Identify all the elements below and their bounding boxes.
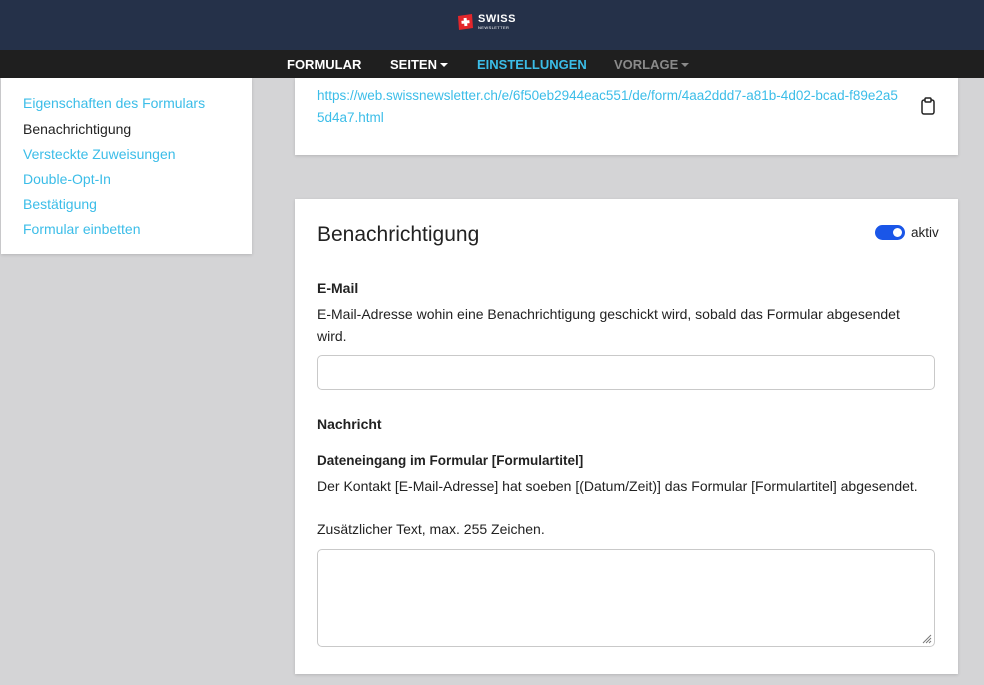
message-label: Nachricht (317, 416, 382, 432)
resize-grip-icon[interactable] (922, 634, 932, 644)
sidebar-item-eigenschaften[interactable]: Eigenschaften des Formulars (23, 95, 205, 111)
caret-down-icon (681, 63, 690, 67)
form-url-link[interactable]: https://web.swissnewsletter.ch/e/6f50eb2… (317, 85, 902, 129)
nav-vorlage-dropdown[interactable]: VORLAGE (614, 50, 690, 78)
sidebar-item-bestaetigung[interactable]: Bestätigung (23, 196, 97, 212)
logo-title: SWISS (478, 13, 516, 25)
embed-url-card: https://web.swissnewsletter.ch/e/6f50eb2… (295, 78, 958, 155)
toggle-label: aktiv (911, 225, 939, 240)
notification-card: Benachrichtigung aktiv E-Mail E-Mail-Adr… (295, 199, 958, 674)
sidebar-item-double-opt-in[interactable]: Double-Opt-In (23, 171, 111, 187)
nav-vorlage-label: VORLAGE (614, 57, 679, 72)
nav-einstellungen-label: EINSTELLUNGEN (477, 57, 587, 72)
email-label: E-Mail (317, 280, 359, 296)
toggle-knob (893, 228, 902, 237)
main-nav: FORMULAR SEITEN EINSTELLUNGEN VORLAGE (0, 50, 984, 78)
extra-text-area[interactable] (317, 549, 935, 647)
app-header: SWISS NEWSLETTER (0, 0, 984, 50)
logo-subtitle: NEWSLETTER (478, 25, 510, 30)
section-title: Benachrichtigung (317, 223, 480, 246)
sidebar-item-versteckte-zuweisungen[interactable]: Versteckte Zuweisungen (23, 146, 176, 162)
sidebar-item-benachrichtigung[interactable]: Benachrichtigung (23, 121, 131, 137)
swiss-newsletter-logo[interactable]: SWISS NEWSLETTER (456, 14, 516, 30)
nav-seiten-dropdown[interactable]: SEITEN (390, 50, 448, 78)
caret-down-icon (439, 63, 448, 67)
nav-seiten-label: SEITEN (390, 57, 437, 72)
nav-einstellungen[interactable]: EINSTELLUNGEN (477, 50, 587, 78)
email-help-text: E-Mail-Adresse wohin eine Benachrichtigu… (317, 306, 900, 344)
message-body: Der Kontakt [E-Mail-Adresse] hat soeben … (317, 478, 918, 494)
clipboard-icon[interactable] (920, 97, 936, 115)
active-toggle[interactable] (875, 225, 905, 240)
nav-formular[interactable]: FORMULAR (287, 50, 361, 78)
nav-formular-label: FORMULAR (287, 57, 362, 72)
swiss-flag-icon (456, 14, 474, 30)
sidebar-item-formular-einbetten[interactable]: Formular einbetten (23, 221, 141, 237)
extra-text-label: Zusätzlicher Text, max. 255 Zeichen. (317, 521, 545, 537)
settings-sidebar: Eigenschaften des Formulars Benachrichti… (1, 78, 252, 254)
message-subject: Dateneingang im Formular [Formulartitel] (317, 453, 584, 468)
email-field[interactable] (317, 355, 935, 390)
